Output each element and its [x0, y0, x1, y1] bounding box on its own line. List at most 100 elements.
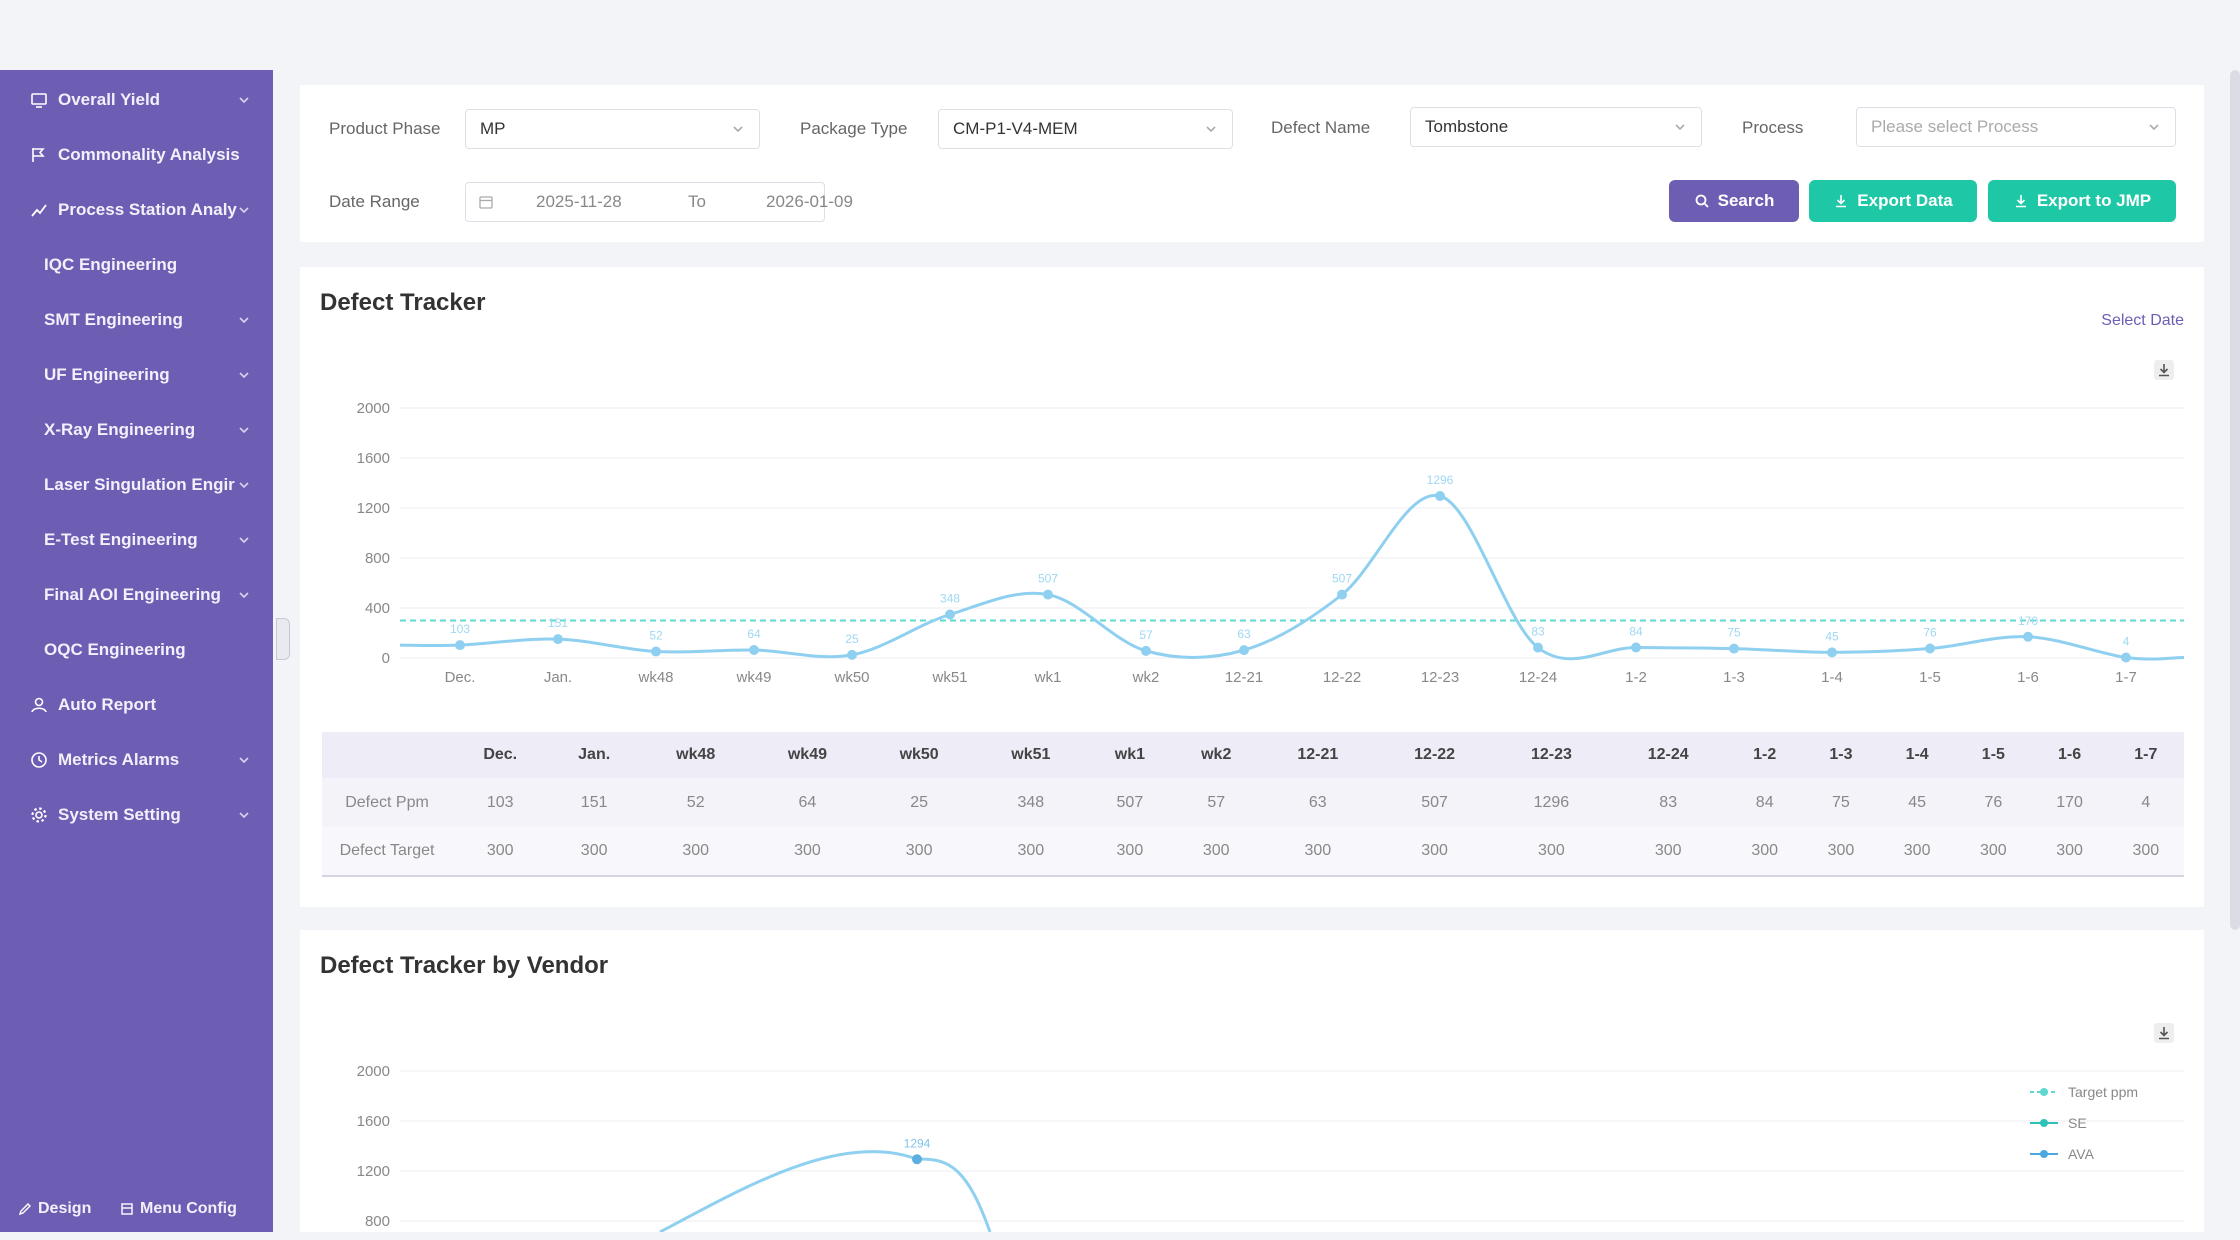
table-cell: 300 — [863, 827, 975, 877]
design-label: Design — [38, 1200, 92, 1217]
sidebar-item-metrics-alarms[interactable]: Metrics Alarms — [0, 740, 273, 780]
table-cell: 45 — [1879, 778, 1956, 827]
table-cell: 75 — [1802, 778, 1880, 827]
sidebar-item-smt-engineering[interactable]: SMT Engineering — [0, 300, 273, 340]
table-column-header: 12-23 — [1493, 732, 1610, 778]
data-point[interactable] — [2023, 631, 2033, 642]
design-link[interactable]: Design — [18, 1200, 91, 1218]
table-cell: 25 — [863, 778, 975, 827]
data-point[interactable] — [1239, 645, 1249, 656]
table-cell: 4 — [2107, 778, 2184, 827]
table-column-header: wk1 — [1086, 732, 1174, 778]
table-cell: 300 — [2031, 827, 2108, 877]
date-end[interactable]: 2026-01-09 — [766, 192, 853, 212]
data-point[interactable] — [749, 645, 759, 655]
legend-label[interactable]: AVA — [2068, 1146, 2095, 1162]
sidebar-item-label: SMT Engineering — [44, 310, 183, 329]
data-point[interactable] — [1729, 643, 1739, 654]
process-label: Process — [1742, 118, 1804, 137]
sidebar-item-label: Laser Singulation Engir — [44, 475, 235, 494]
chevron-down-icon — [239, 97, 249, 104]
x-tick-label: 1-6 — [2017, 669, 2039, 686]
export-jmp-button[interactable]: Export to JMP — [1988, 180, 2176, 222]
process-select[interactable]: Please select Process — [1856, 107, 2176, 147]
ava-series-line — [659, 1150, 992, 1232]
data-point[interactable] — [945, 609, 955, 620]
sidebar-item-system-setting[interactable]: System Setting — [0, 795, 273, 835]
date-to: To — [688, 192, 706, 211]
chevron-down-icon — [239, 592, 249, 599]
sidebar-item-uf-engineering[interactable]: UF Engineering — [0, 355, 273, 395]
data-point[interactable] — [1925, 643, 1935, 654]
package-type-select[interactable]: CM-P1-V4-MEM — [938, 109, 1233, 149]
table-cell: 300 — [751, 827, 864, 877]
data-point[interactable] — [1043, 589, 1053, 600]
product-phase-select[interactable]: MP — [465, 109, 760, 149]
y-tick-label: 800 — [365, 1213, 390, 1230]
sidebar-item-overall-yield[interactable]: Overall Yield — [0, 80, 273, 120]
data-point[interactable] — [847, 649, 857, 660]
chart-icon — [31, 204, 47, 217]
date-start[interactable]: 2025-11-28 — [536, 192, 622, 212]
table-cell: 83 — [1609, 778, 1727, 827]
defect-name-select[interactable]: Tombstone — [1410, 107, 1702, 147]
sidebar-item-auto-report[interactable]: Auto Report — [0, 685, 273, 725]
sidebar-item-e-test-engineering[interactable]: E-Test Engineering — [0, 520, 273, 560]
sidebar-item-laser-singulation-engir[interactable]: Laser Singulation Engir — [0, 465, 273, 505]
data-label: 507 — [1038, 572, 1058, 586]
legend-label[interactable]: SE — [2068, 1115, 2087, 1131]
table-cell: 300 — [1376, 827, 1493, 877]
data-point[interactable] — [2121, 652, 2131, 663]
table-cell: 300 — [452, 827, 549, 877]
export-data-button[interactable]: Export Data — [1809, 180, 1977, 222]
data-point[interactable] — [1827, 647, 1837, 658]
sidebar-item-commonality-analysis[interactable]: Commonality Analysis — [0, 135, 273, 175]
sidebar-item-label: UF Engineering — [44, 365, 170, 384]
sidebar-item-iqc-engineering[interactable]: IQC Engineering — [0, 245, 273, 285]
table-column-header: 1-5 — [1955, 732, 2032, 778]
search-button[interactable]: Search — [1669, 180, 1799, 222]
table-cell: 57 — [1173, 778, 1260, 827]
x-tick-label: 12-22 — [1323, 669, 1361, 686]
menu-config-link[interactable]: Menu Config — [120, 1200, 237, 1218]
x-tick-label: 1-4 — [1821, 669, 1843, 686]
y-tick-label: 1600 — [357, 1113, 390, 1130]
table-cell: 1296 — [1493, 778, 1610, 827]
sidebar-collapse-handle[interactable] — [276, 618, 290, 660]
page-scrollbar[interactable] — [2230, 70, 2240, 930]
table-cell: 300 — [1609, 827, 1727, 877]
menu-icon — [121, 1203, 133, 1215]
data-point[interactable] — [455, 640, 465, 651]
package-type-value: CM-P1-V4-MEM — [953, 119, 1078, 138]
export-data-label: Export Data — [1857, 191, 1953, 210]
data-point[interactable] — [553, 634, 563, 645]
data-point[interactable] — [1435, 491, 1445, 501]
data-point[interactable] — [912, 1154, 922, 1165]
x-tick-label: 1-2 — [1625, 669, 1647, 686]
legend-label[interactable]: Target ppm — [2068, 1084, 2138, 1100]
y-tick-label: 1200 — [357, 500, 390, 517]
sidebar-item-final-aoi-engineering[interactable]: Final AOI Engineering — [0, 575, 273, 615]
sidebar-item-label: Overall Yield — [58, 90, 161, 109]
sidebar-footer: Design Menu Config — [0, 1200, 273, 1240]
data-point[interactable] — [1141, 645, 1151, 656]
table-column-header: 12-21 — [1259, 732, 1377, 778]
sidebar-item-label: E-Test Engineering — [44, 530, 198, 549]
defect-name-label: Defect Name — [1271, 118, 1371, 137]
sidebar-item-label: Commonality Analysis — [58, 145, 240, 164]
data-point[interactable] — [651, 646, 661, 657]
table-column-header: 12-24 — [1609, 732, 1727, 778]
sidebar-item-process-station-analy[interactable]: Process Station Analy — [0, 190, 273, 230]
chevron-down-icon — [239, 317, 249, 324]
data-label: 45 — [1825, 629, 1839, 643]
chevron-down-icon — [239, 207, 249, 214]
date-range-picker[interactable]: 2025-11-28 To 2026-01-09 — [465, 182, 853, 222]
data-point[interactable] — [1631, 642, 1641, 653]
table-cell: 170 — [2031, 778, 2108, 827]
table-column-header: Dec. — [452, 732, 549, 778]
legend-marker — [2040, 1119, 2048, 1127]
sidebar-item-oqc-engineering[interactable]: OQC Engineering — [0, 630, 273, 670]
data-point[interactable] — [1533, 642, 1543, 653]
sidebar-item-x-ray-engineering[interactable]: X-Ray Engineering — [0, 410, 273, 450]
data-point[interactable] — [1337, 589, 1347, 600]
